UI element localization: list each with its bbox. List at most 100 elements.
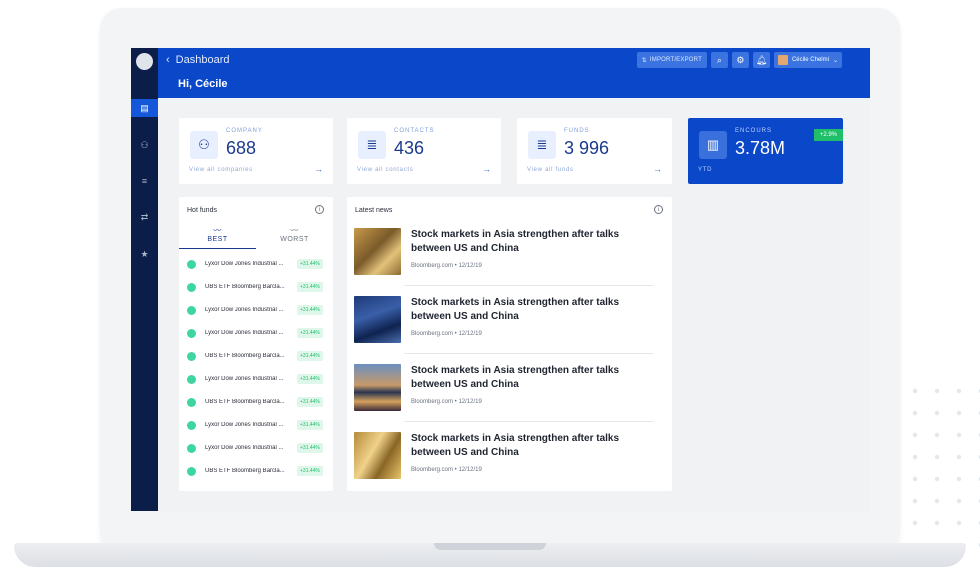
news-headline: Stock markets in Asia strengthen after t… xyxy=(411,297,620,322)
fund-change: +31.44% xyxy=(297,259,323,269)
fund-dot xyxy=(187,328,196,338)
fund-dot xyxy=(187,351,196,361)
stat-value: 688 xyxy=(226,138,257,158)
sidebar-item-contacts[interactable]: ⚇ xyxy=(131,136,158,154)
list-item[interactable]: Lyxor Dow Jones Industrial ... +31.44% xyxy=(187,373,327,385)
fund-dot xyxy=(187,466,196,476)
fund-dot xyxy=(187,305,196,315)
arrow-right-icon[interactable]: → xyxy=(482,164,491,174)
news-item[interactable]: Stock markets in Asia strengthen after t… xyxy=(354,296,660,356)
tab-label: BEST xyxy=(207,236,228,243)
stat-value: 3.78M xyxy=(735,138,786,158)
fund-dot xyxy=(187,374,196,384)
list-item[interactable]: Lyxor Dow Jones Industrial ... +31.44% xyxy=(187,442,327,454)
fund-change: +31.44% xyxy=(297,305,323,315)
sidebar-item-dashboard[interactable]: ▤ xyxy=(131,99,158,117)
arrow-right-icon[interactable]: → xyxy=(653,164,662,174)
news-thumbnail xyxy=(354,432,401,479)
chart-icon: ▥ xyxy=(699,131,727,159)
list-item[interactable]: UBS ETF Bloomberg Barcla... +31.44% xyxy=(187,396,327,408)
fund-name: Lyxor Dow Jones Industrial ... xyxy=(205,330,284,336)
fund-change: +31.44% xyxy=(297,466,323,476)
view-all-link[interactable]: View all companies xyxy=(189,167,253,173)
info-icon[interactable]: i xyxy=(654,205,663,214)
arrow-right-icon[interactable]: → xyxy=(314,164,323,174)
user-menu[interactable]: Cécile Chelmi ⌄ xyxy=(773,52,842,68)
fund-change: +31.44% xyxy=(297,351,323,361)
list-item[interactable]: UBS ETF Bloomberg Barcla... +31.44% xyxy=(187,465,327,477)
list-item[interactable]: UBS ETF Bloomberg Barcla... +31.44% xyxy=(187,281,327,293)
fund-name: Lyxor Dow Jones Industrial ... xyxy=(205,261,284,267)
search-icon: ⌕ xyxy=(716,54,722,65)
news-item[interactable]: Stock markets in Asia strengthen after t… xyxy=(354,364,660,424)
list-item[interactable]: Lyxor Dow Jones Industrial ... +31.44% xyxy=(187,258,327,270)
list-icon: ≣ xyxy=(358,131,386,159)
stat-label: COMPANY xyxy=(226,128,263,134)
laptop-base xyxy=(14,543,966,567)
list-item[interactable]: Lyxor Dow Jones Industrial ... +31.44% xyxy=(187,327,327,339)
fund-dot xyxy=(187,282,196,292)
search-button[interactable]: ⌕ xyxy=(710,52,728,68)
tab-best[interactable]: 〰 BEST xyxy=(179,225,256,249)
view-all-link[interactable]: View all funds xyxy=(527,167,574,173)
people-icon: ⚇ xyxy=(140,139,149,150)
app-logo[interactable] xyxy=(136,53,153,70)
fund-dot xyxy=(187,443,196,453)
hot-funds-panel: Hot funds i 〰 BEST 〰 WORST Lyxor Dow Jon… xyxy=(179,197,333,491)
trend-down-icon: 〰 xyxy=(290,226,299,235)
avatar xyxy=(777,55,788,65)
fund-dot xyxy=(187,259,196,269)
trend-up-icon: 〰 xyxy=(213,226,222,235)
fund-name: Lyxor Dow Jones Industrial ... xyxy=(205,307,284,313)
company-card[interactable]: ⚇ COMPANY 688 View all companies → xyxy=(179,118,333,184)
laptop-notch xyxy=(434,543,546,550)
panel-title: Hot funds xyxy=(187,207,217,214)
breadcrumb[interactable]: ‹ Dashboard xyxy=(166,54,230,66)
upload-download-icon: ⇅ xyxy=(641,57,647,64)
sidebar-item-favorites[interactable]: ★ xyxy=(131,245,158,263)
list-icon: ≡ xyxy=(141,176,148,186)
contacts-card[interactable]: ≣ CONTACTS 436 View all contacts → xyxy=(347,118,501,184)
chevron-left-icon: ‹ xyxy=(166,54,170,66)
list-icon: ≣ xyxy=(528,131,556,159)
news-item[interactable]: Stock markets in Asia strengthen after t… xyxy=(354,432,660,492)
transfer-icon: ⇄ xyxy=(140,211,149,222)
fund-change: +31.44% xyxy=(297,374,323,384)
news-meta: Bloomberg.com • 12/12/19 xyxy=(411,263,482,269)
tab-worst[interactable]: 〰 WORST xyxy=(256,225,333,249)
news-headline: Stock markets in Asia strengthen after t… xyxy=(411,365,620,390)
stat-value: 436 xyxy=(394,138,425,158)
fund-name: UBS ETF Bloomberg Barcla... xyxy=(205,399,285,405)
encours-card[interactable]: ▥ ENCOURS 3.78M YTD +2.9% xyxy=(688,118,843,184)
notifications-button[interactable]: 🔔︎ xyxy=(752,52,770,68)
sidebar-item-lists[interactable]: ≡ xyxy=(131,172,158,190)
news-meta: Bloomberg.com • 12/12/19 xyxy=(411,399,482,405)
panel-title: Latest news xyxy=(355,207,393,214)
fund-dot xyxy=(187,420,196,430)
latest-news-panel: Latest news i Stock markets in Asia stre… xyxy=(347,197,672,491)
change-badge: +2.9% xyxy=(813,129,843,141)
stat-label: FUNDS xyxy=(564,128,590,134)
breadcrumb-label: Dashboard xyxy=(175,54,230,66)
view-all-link[interactable]: View all contacts xyxy=(357,167,413,173)
settings-button[interactable]: ⚙ xyxy=(731,52,749,68)
import-export-button[interactable]: ⇅ IMPORT/EXPORT xyxy=(636,52,707,68)
news-item[interactable]: Stock markets in Asia strengthen after t… xyxy=(354,228,660,288)
fund-change: +31.44% xyxy=(297,443,323,453)
list-item[interactable]: Lyxor Dow Jones Industrial ... +31.44% xyxy=(187,304,327,316)
top-bar: ‹ Dashboard Hi, Cécile ⇅ IMPORT/EXPORT ⌕… xyxy=(158,48,870,98)
period-label: YTD xyxy=(698,167,713,173)
list-item[interactable]: UBS ETF Bloomberg Barcla... +31.44% xyxy=(187,350,327,362)
tab-label: WORST xyxy=(280,236,309,243)
mockup-stage: ▤ ⚇ ≡ ⇄ ★ ‹ Dashboard Hi, Cécile ⇅ IMPOR… xyxy=(0,0,980,574)
funds-card[interactable]: ≣ FUNDS 3 996 View all funds → xyxy=(517,118,672,184)
app-screen: ▤ ⚇ ≡ ⇄ ★ ‹ Dashboard Hi, Cécile ⇅ IMPOR… xyxy=(131,48,870,511)
fund-name: UBS ETF Bloomberg Barcla... xyxy=(205,284,285,290)
list-item[interactable]: Lyxor Dow Jones Industrial ... +31.44% xyxy=(187,419,327,431)
sidebar-item-transfers[interactable]: ⇄ xyxy=(131,208,158,226)
info-icon[interactable]: i xyxy=(315,205,324,214)
fund-name: Lyxor Dow Jones Industrial ... xyxy=(205,445,284,451)
stat-label: ENCOURS xyxy=(735,128,773,134)
user-name: Cécile Chelmi xyxy=(791,57,829,63)
divider xyxy=(404,353,653,354)
